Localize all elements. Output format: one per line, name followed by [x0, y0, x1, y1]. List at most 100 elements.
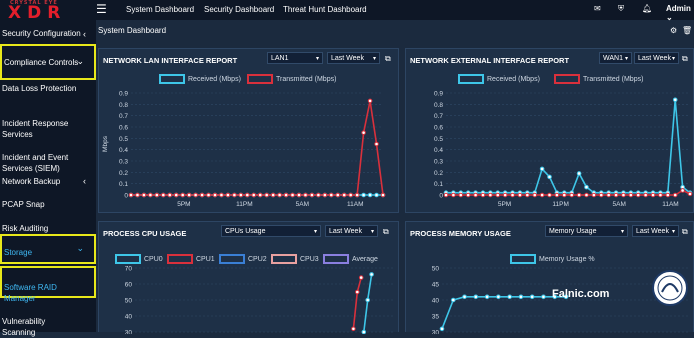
data-point	[316, 192, 321, 198]
data-point	[351, 326, 356, 332]
data-point	[562, 192, 567, 198]
legend-label: Average	[352, 255, 378, 263]
data-point	[584, 192, 589, 198]
range-select[interactable]: Last Week ▾	[634, 52, 679, 64]
trash-icon[interactable]: 🗑︎	[682, 26, 692, 35]
interface-select[interactable]: WAN1 ▾	[599, 52, 632, 64]
data-point	[367, 192, 373, 198]
menu-icon[interactable]: ☰	[96, 2, 107, 16]
legend-item[interactable]: CPU0	[115, 254, 163, 264]
data-point	[510, 192, 515, 198]
mail-icon[interactable]: ✉	[594, 4, 601, 13]
data-point	[621, 192, 626, 198]
sidebar-item-compliance-controls[interactable]: Compliance Controls ⌄	[0, 44, 96, 80]
interface-select[interactable]: LAN1 ▾	[267, 52, 323, 64]
data-point	[576, 171, 582, 176]
legend-item[interactable]: Memory Usage %	[510, 254, 595, 264]
x-tick-label: 5PM	[498, 201, 511, 208]
data-point	[219, 192, 224, 198]
data-point	[303, 192, 308, 198]
data-point	[547, 192, 552, 198]
sidebar-item-incident-response[interactable]: Incident Response Services	[0, 107, 96, 139]
caret-down-icon: ▾	[315, 56, 319, 62]
metric-select[interactable]: Memory Usage ▾	[545, 225, 628, 237]
tab-system-dashboard[interactable]: System Dashboard	[126, 5, 194, 14]
range-select[interactable]: Last Week ▾	[325, 225, 378, 237]
gear-icon[interactable]: ⚙	[670, 26, 677, 35]
x-tick-label: 5PM	[177, 201, 190, 208]
data-point	[180, 192, 185, 198]
data-point	[496, 294, 501, 300]
data-point	[348, 192, 353, 198]
sidebar-item-storage[interactable]: Storage ⌄	[0, 234, 96, 264]
data-point	[128, 192, 134, 198]
y-tick-label: 50	[432, 266, 440, 273]
sidebar-item-label: Compliance Controls	[4, 58, 79, 67]
data-point	[439, 326, 445, 332]
data-point	[473, 294, 479, 300]
sidebar-item-siem[interactable]: Incident and Event Services (SIEM)	[0, 141, 96, 173]
data-point	[369, 272, 374, 277]
legend-label: CPU1	[196, 255, 215, 263]
data-point	[525, 192, 530, 198]
data-point	[335, 192, 341, 198]
watermark-brand: Falnic.com	[552, 288, 610, 300]
legend-item[interactable]: Average	[323, 254, 378, 264]
external-link-icon[interactable]: ⧉	[682, 54, 688, 64]
sidebar-item-pcap-snap[interactable]: PCAP Snap	[0, 199, 96, 211]
data-point	[672, 97, 678, 103]
series-line	[352, 277, 362, 329]
data-point	[135, 192, 140, 198]
range-select[interactable]: Last Week ▾	[632, 225, 679, 237]
y-tick-label: 0.4	[119, 147, 128, 154]
data-point	[443, 192, 449, 198]
tab-threat-hunt-dashboard[interactable]: Threat Hunt Dashboard	[283, 5, 367, 14]
data-point	[341, 192, 347, 198]
range-select[interactable]: Last Week ▾	[327, 52, 380, 64]
data-point	[141, 192, 147, 198]
series-line	[441, 295, 566, 330]
tab-security-dashboard[interactable]: Security Dashboard	[204, 5, 274, 14]
legend-item[interactable]: CPU3	[271, 254, 319, 264]
chevron-down-icon: ⌄	[76, 56, 84, 66]
data-point	[584, 184, 589, 190]
x-tick-label: 11AM	[662, 201, 679, 208]
external-link-icon[interactable]: ⧉	[682, 227, 688, 237]
sidebar-item-security-configuration[interactable]: Security Configuration ‹	[0, 28, 96, 42]
caret-down-icon: ▾	[370, 229, 374, 235]
sidebar-item-network-backup[interactable]: Network Backup ‹	[0, 176, 96, 188]
page-header: System Dashboard ⚙ 🗑︎	[96, 20, 694, 40]
legend-swatch	[167, 254, 193, 264]
sidebar-item-vulnerability-scanning[interactable]: Vulnerability Scanning	[0, 305, 96, 337]
external-link-icon[interactable]: ⧉	[385, 54, 391, 64]
sidebar-item-label: Incident Response Services	[2, 119, 69, 139]
legend-item[interactable]: CPU2	[219, 254, 267, 264]
sidebar-item-label: Storage	[4, 248, 33, 257]
logo[interactable]: CRYSTAL EYE XDR	[0, 0, 96, 24]
legend-item[interactable]: CPU1	[167, 254, 215, 264]
data-point	[613, 192, 619, 198]
sidebar-item-data-loss-protection[interactable]: Data Loss Protection	[0, 83, 96, 95]
y-tick-label: 0	[439, 193, 443, 200]
data-point	[591, 192, 597, 198]
data-point	[365, 297, 371, 303]
data-point	[358, 275, 364, 280]
caret-down-icon: ▾	[671, 229, 675, 235]
shield-icon[interactable]: ⛨	[618, 4, 624, 14]
metric-select[interactable]: CPUs Usage ▾	[221, 225, 321, 237]
data-point	[199, 192, 205, 198]
sidebar-item-software-raid-manager[interactable]: Software RAID Manager	[0, 266, 96, 303]
chevron-left-icon: ‹	[83, 176, 86, 186]
data-point	[283, 192, 289, 198]
external-link-icon[interactable]: ⧉	[383, 227, 389, 237]
caret-down-icon: ▾	[671, 56, 675, 62]
data-point	[212, 192, 218, 198]
data-point	[361, 329, 367, 334]
bell-icon[interactable]: 🔔︎	[642, 4, 652, 13]
y-tick-label: 0.4	[434, 147, 443, 154]
x-tick-label: 11PM	[236, 201, 253, 208]
legend-label: Received (Mbps)	[487, 75, 540, 83]
data-point	[458, 192, 464, 198]
chevron-down-icon: ⌄	[76, 243, 84, 253]
data-point	[148, 192, 153, 198]
